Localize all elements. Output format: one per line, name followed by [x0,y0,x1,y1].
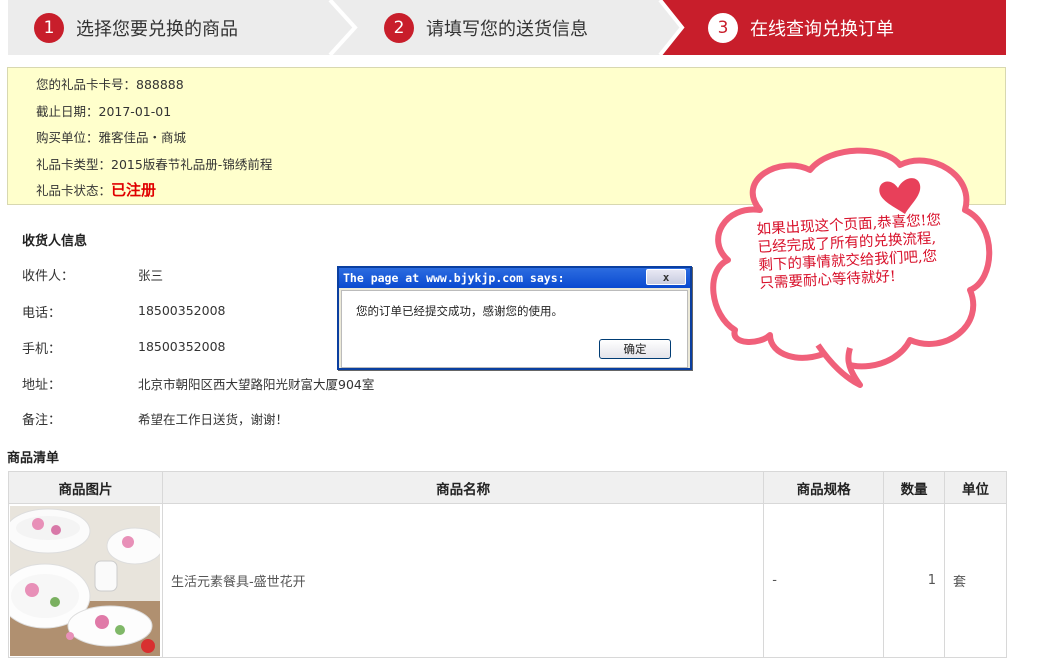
receiver-mobile: 18500352008 [138,339,226,354]
receiver-name-label: 收件人： [22,269,75,284]
receiver-name: 张三 [138,268,164,283]
col-header-name: 商品名称 [161,471,765,504]
step-1-number: 1 [34,12,64,43]
card-buyer: 购买单位：雅客佳品・商城 [36,130,187,145]
col-header-unit: 单位 [944,471,1007,504]
goods-table: 商品图片 商品名称 商品规格 数量 单位 生活元素餐具-盛世花开 - 1 套 [8,471,1007,658]
step-2-number: 2 [384,12,414,43]
receiver-section-title: 收货人信息 [22,234,88,249]
close-icon: x [662,270,670,284]
ok-button[interactable]: 确定 [599,339,671,359]
product-image-cell [8,503,163,658]
receiver-remark: 希望在工作日送货，谢谢！ [138,412,289,427]
step-1-label: 选择您要兑换的商品 [76,18,238,40]
dialog-message: 您的订单已经提交成功，感谢您的使用。 [356,304,563,318]
col-header-image: 商品图片 [8,471,163,504]
dialog-title: The page at www.bjykjp.com says: [343,271,565,285]
receiver-phone-label: 电话： [22,306,62,321]
col-header-spec: 商品规格 [763,471,885,504]
step-3-label: 在线查询兑换订单 [750,18,894,40]
receiver-phone: 18500352008 [138,303,226,318]
product-image[interactable] [10,505,161,656]
close-button[interactable]: x [646,269,686,285]
dialog-body: 您的订单已经提交成功，感谢您的使用。 确定 [341,290,688,368]
product-unit: 套 [944,503,1007,658]
table-row: 生活元素餐具-盛世花开 - 1 套 [8,503,1007,658]
dialog-title-bar[interactable]: The page at www.bjykjp.com says: x [339,268,690,288]
step-3-number: 3 [708,12,738,43]
receiver-address-label: 地址： [22,378,62,393]
card-status: 礼品卡状态：已注册 [36,179,156,200]
step-2-label: 请填写您的送货信息 [426,18,588,40]
receiver-remark-label: 备注： [22,413,62,428]
step-1: 1 选择您要兑换的商品 [34,0,238,55]
product-qty: 1 [883,503,946,658]
receiver-mobile-label: 手机： [22,342,62,357]
progress-steps: 1 选择您要兑换的商品 2 请填写您的送货信息 3 在线查询兑换订单 [8,0,1006,55]
card-status-label: 礼品卡状态： [36,183,112,198]
receiver-address: 北京市朝阳区西大望路阳光财富大厦904室 [138,377,375,392]
step-2: 2 请填写您的送货信息 [384,0,588,55]
alert-dialog: The page at www.bjykjp.com says: x 您的订单已… [337,266,692,370]
product-name: 生活元素餐具-盛世花开 [161,503,765,658]
goods-section-title: 商品清单 [7,451,60,466]
card-number: 您的礼品卡卡号：888888 [36,77,184,92]
goods-header-row: 商品图片 商品名称 商品规格 数量 单位 [8,471,1007,504]
col-header-qty: 数量 [883,471,946,504]
card-deadline: 截止日期：2017-01-01 [36,104,172,119]
card-status-value: 已注册 [111,181,157,199]
product-spec: - [763,503,885,658]
tip-bubble-text: 如果出现这个页面,恭喜您!您已经完成了所有的兑换流程,剩下的事情就交给我们吧,您… [756,212,942,292]
card-type: 礼品卡类型：2015版春节礼品册-锦绣前程 [36,157,273,172]
step-3: 3 在线查询兑换订单 [708,0,894,55]
